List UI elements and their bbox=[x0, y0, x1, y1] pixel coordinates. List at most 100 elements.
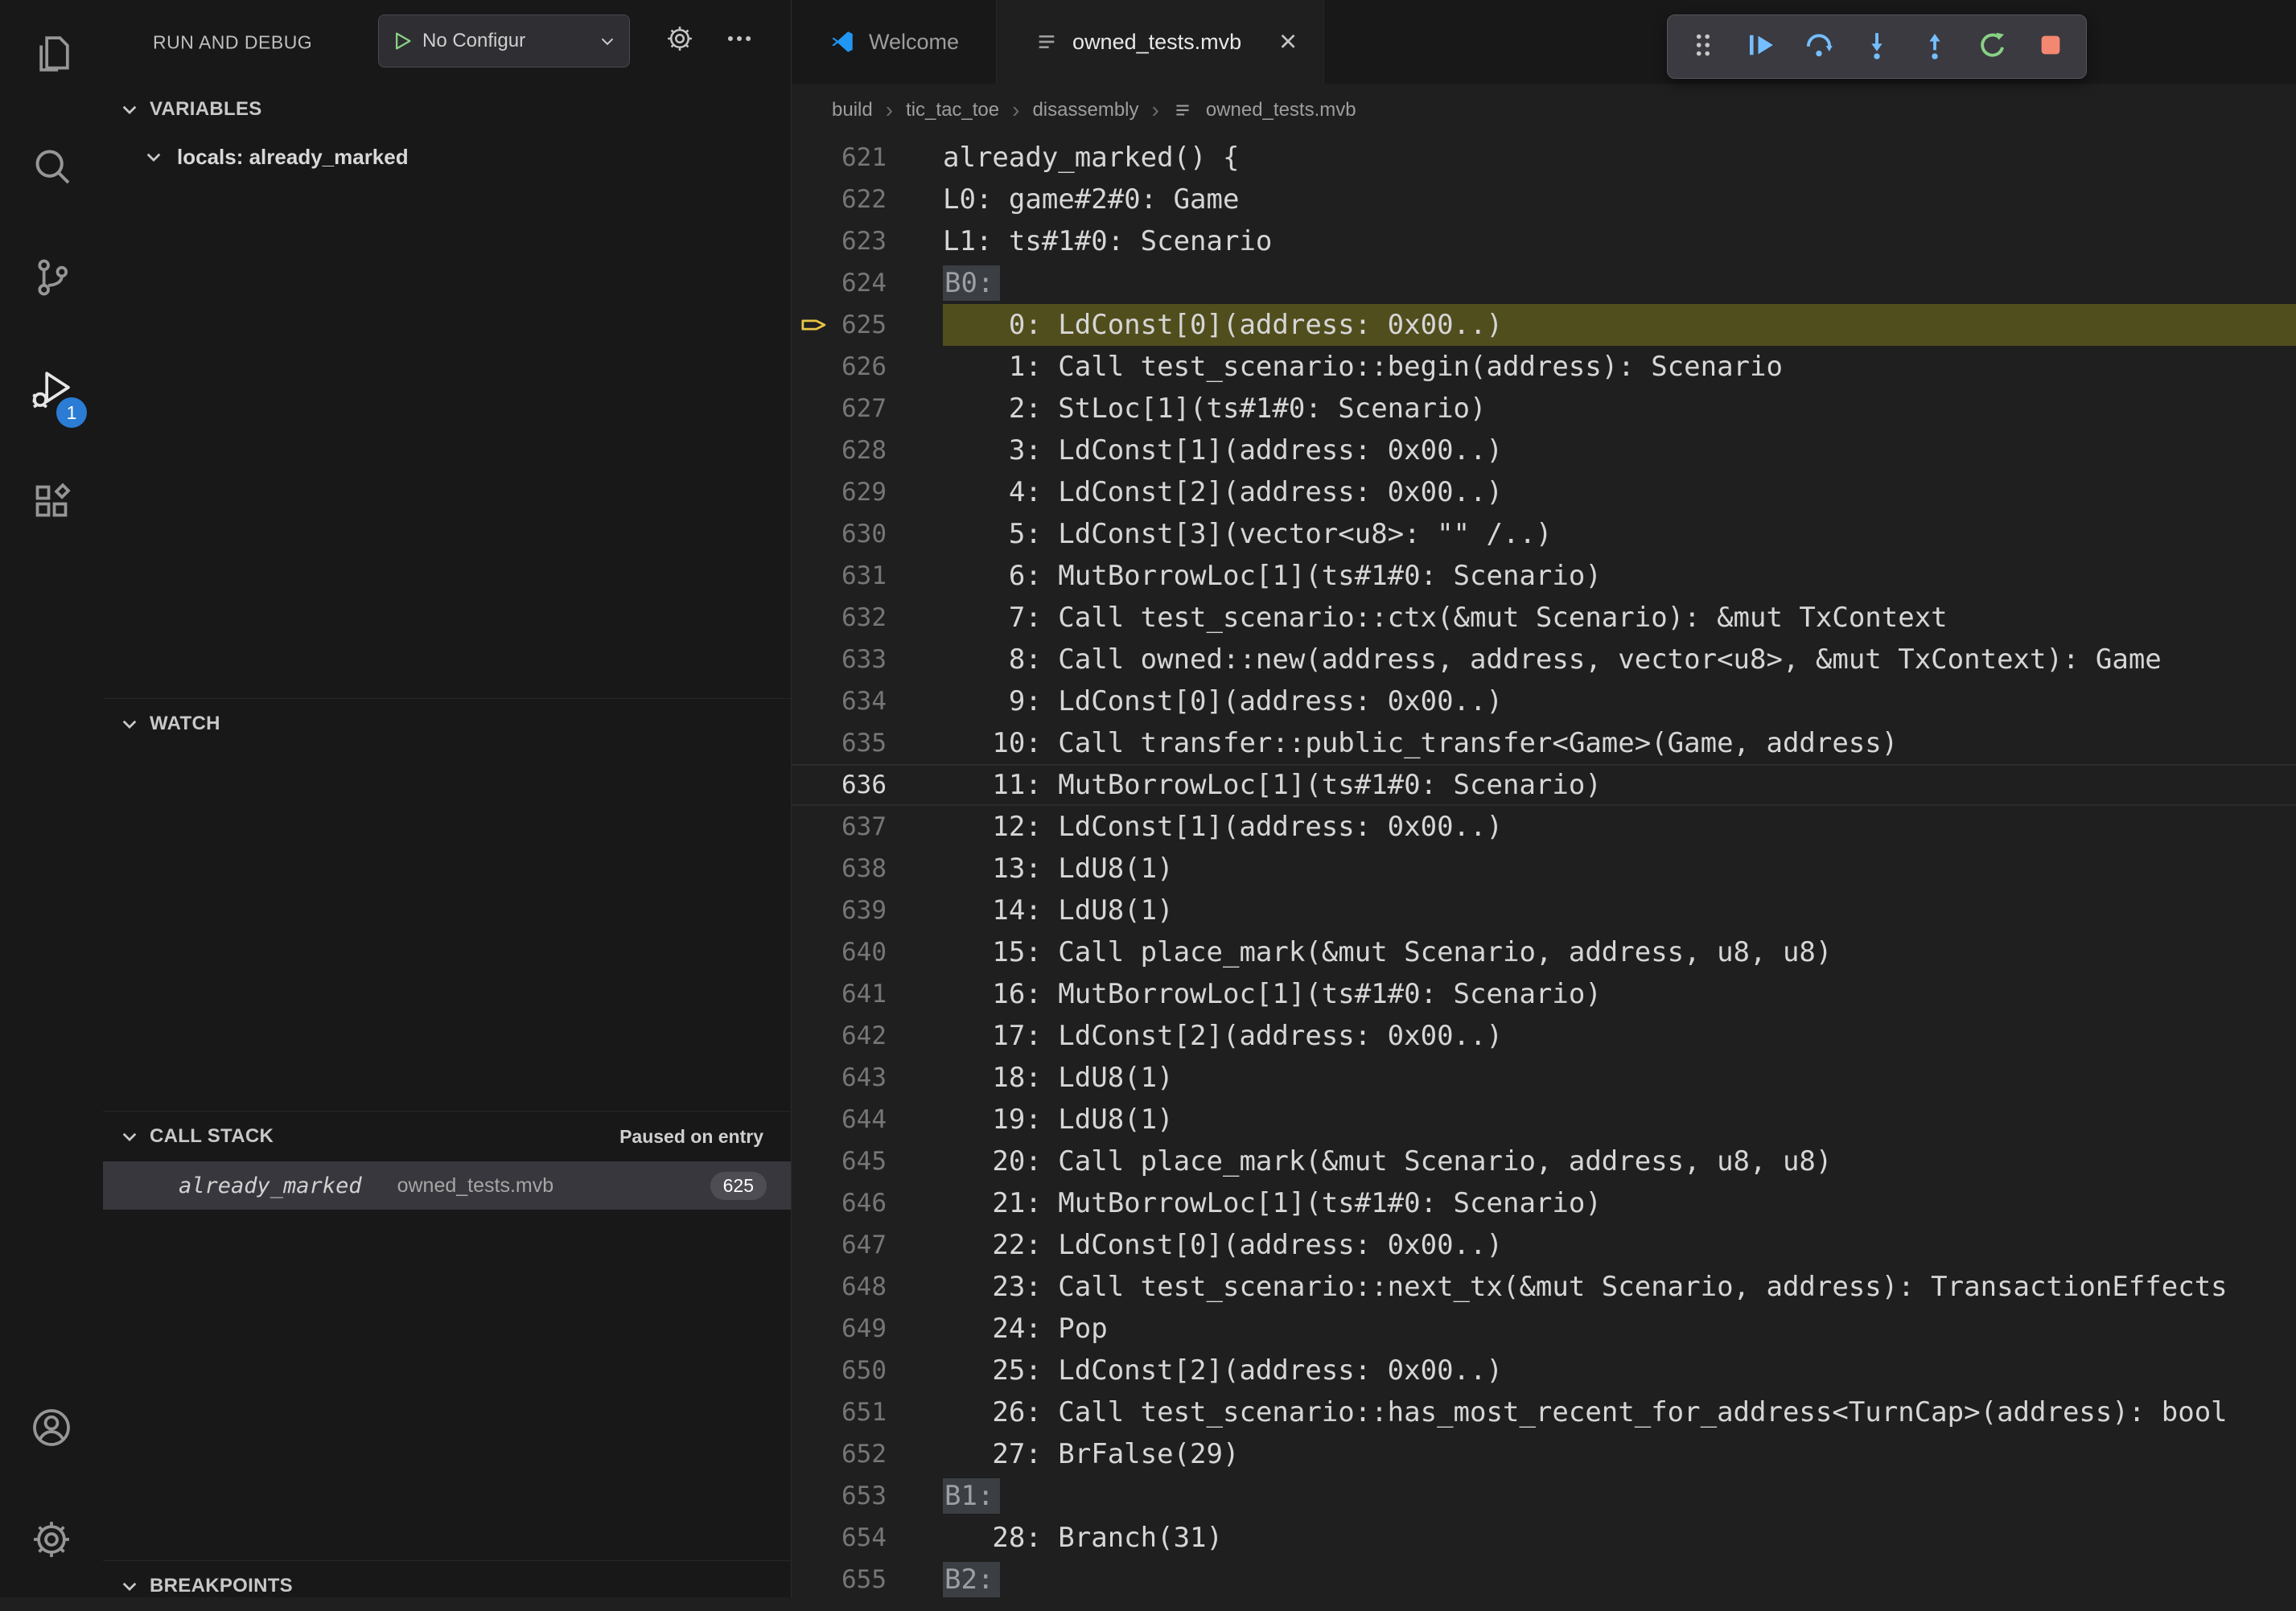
line-text[interactable]: 10: Call transfer::public_transfer<Game>… bbox=[943, 722, 2296, 764]
code-line[interactable]: 654 28: Branch(31) bbox=[792, 1517, 2296, 1559]
code-line[interactable]: 637 12: LdConst[1](address: 0x00..) bbox=[792, 806, 2296, 848]
line-text[interactable]: 3: LdConst[1](address: 0x00..) bbox=[943, 429, 2296, 471]
line-text[interactable]: 15: Call place_mark(&mut Scenario, addre… bbox=[943, 931, 2296, 973]
tab-welcome[interactable]: Welcome bbox=[792, 0, 997, 84]
line-text[interactable]: L1: ts#1#0: Scenario bbox=[943, 220, 2296, 262]
code-line[interactable]: 634 9: LdConst[0](address: 0x00..) bbox=[792, 680, 2296, 722]
code-line[interactable]: 655B2: bbox=[792, 1559, 2296, 1597]
breadcrumb-item-disassembly[interactable]: disassembly bbox=[1032, 99, 1138, 121]
line-text[interactable]: 22: LdConst[0](address: 0x00..) bbox=[943, 1224, 2296, 1266]
restart-button[interactable] bbox=[1964, 21, 2022, 72]
code-line[interactable]: 629 4: LdConst[2](address: 0x00..) bbox=[792, 471, 2296, 513]
code-line[interactable]: 636 11: MutBorrowLoc[1](ts#1#0: Scenario… bbox=[792, 764, 2296, 806]
line-text[interactable]: 26: Call test_scenario::has_most_recent_… bbox=[943, 1391, 2296, 1433]
sidebar-item-run-and-debug[interactable]: 1 bbox=[0, 335, 103, 447]
tab-owned-tests[interactable]: owned_tests.mvb × bbox=[997, 0, 1324, 84]
line-text[interactable]: 2: StLoc[1](ts#1#0: Scenario) bbox=[943, 388, 2296, 429]
line-text[interactable]: already_marked() { bbox=[943, 137, 2296, 179]
code-line[interactable]: 653B1: bbox=[792, 1475, 2296, 1517]
line-text[interactable]: 19: LdU8(1) bbox=[943, 1099, 2296, 1140]
line-text[interactable]: 7: Call test_scenario::ctx(&mut Scenario… bbox=[943, 597, 2296, 639]
line-text[interactable]: B0: bbox=[943, 262, 2296, 304]
code-line[interactable]: 633 8: Call owned::new(address, address,… bbox=[792, 639, 2296, 680]
code-line[interactable]: 642 17: LdConst[2](address: 0x00..) bbox=[792, 1015, 2296, 1057]
line-text[interactable]: 20: Call place_mark(&mut Scenario, addre… bbox=[943, 1140, 2296, 1182]
sidebar-item-extensions[interactable] bbox=[0, 447, 103, 559]
breadcrumb-item-tic-tac-toe[interactable]: tic_tac_toe bbox=[906, 99, 999, 121]
code-line[interactable]: 628 3: LdConst[1](address: 0x00..) bbox=[792, 429, 2296, 471]
code-line[interactable]: 638 13: LdU8(1) bbox=[792, 848, 2296, 890]
views-and-more-actions-button[interactable] bbox=[717, 18, 762, 63]
line-text[interactable]: 24: Pop bbox=[943, 1308, 2296, 1350]
code-line[interactable]: 646 21: MutBorrowLoc[1](ts#1#0: Scenario… bbox=[792, 1182, 2296, 1224]
line-text[interactable]: 16: MutBorrowLoc[1](ts#1#0: Scenario) bbox=[943, 973, 2296, 1015]
code-line[interactable]: 625 0: LdConst[0](address: 0x00..) bbox=[792, 304, 2296, 346]
line-text[interactable]: 13: LdU8(1) bbox=[943, 848, 2296, 890]
debug-current-step-arrow-icon[interactable] bbox=[792, 310, 837, 339]
code-line[interactable]: 630 5: LdConst[3](vector<u8>: "" /..) bbox=[792, 513, 2296, 555]
breadcrumb-item-build[interactable]: build bbox=[832, 99, 873, 121]
step-over-button[interactable] bbox=[1790, 21, 1848, 72]
call-stack-frame[interactable]: already_marked owned_tests.mvb 625 bbox=[103, 1161, 791, 1210]
line-text[interactable]: 14: LdU8(1) bbox=[943, 890, 2296, 931]
variables-scope-locals[interactable]: locals: already_marked bbox=[103, 134, 791, 179]
code-line[interactable]: 643 18: LdU8(1) bbox=[792, 1057, 2296, 1099]
line-text[interactable]: L0: game#2#0: Game bbox=[943, 179, 2296, 220]
stop-button[interactable] bbox=[2022, 21, 2080, 72]
code-line[interactable]: 650 25: LdConst[2](address: 0x00..) bbox=[792, 1350, 2296, 1391]
step-out-button[interactable] bbox=[1906, 21, 1964, 72]
line-text[interactable]: 5: LdConst[3](vector<u8>: "" /..) bbox=[943, 513, 2296, 555]
line-text[interactable]: 8: Call owned::new(address, address, vec… bbox=[943, 639, 2296, 680]
watch-section-header[interactable]: WATCH bbox=[103, 699, 791, 749]
code-line[interactable]: 639 14: LdU8(1) bbox=[792, 890, 2296, 931]
start-debug-icon[interactable] bbox=[390, 29, 414, 53]
sidebar-item-settings[interactable] bbox=[0, 1486, 103, 1597]
line-text[interactable]: 18: LdU8(1) bbox=[943, 1057, 2296, 1099]
line-text[interactable]: 23: Call test_scenario::next_tx(&mut Sce… bbox=[943, 1266, 2296, 1308]
code-line[interactable]: 652 27: BrFalse(29) bbox=[792, 1433, 2296, 1475]
step-into-button[interactable] bbox=[1848, 21, 1906, 72]
line-text[interactable]: 21: MutBorrowLoc[1](ts#1#0: Scenario) bbox=[943, 1182, 2296, 1224]
code-line[interactable]: 624B0: bbox=[792, 262, 2296, 304]
line-text[interactable]: 6: MutBorrowLoc[1](ts#1#0: Scenario) bbox=[943, 555, 2296, 597]
code-view[interactable]: 621already_marked() {622L0: game#2#0: Ga… bbox=[792, 137, 2296, 1597]
sidebar-item-explorer[interactable] bbox=[0, 0, 103, 112]
code-line[interactable]: 648 23: Call test_scenario::next_tx(&mut… bbox=[792, 1266, 2296, 1308]
line-text[interactable]: 1: Call test_scenario::begin(address): S… bbox=[943, 346, 2296, 388]
variables-section-header[interactable]: VARIABLES bbox=[103, 84, 791, 134]
line-text[interactable]: 11: MutBorrowLoc[1](ts#1#0: Scenario) bbox=[943, 764, 2296, 806]
code-line[interactable]: 640 15: Call place_mark(&mut Scenario, a… bbox=[792, 931, 2296, 973]
line-text[interactable]: B1: bbox=[943, 1475, 2296, 1517]
line-text[interactable]: B2: bbox=[943, 1559, 2296, 1597]
code-line[interactable]: 644 19: LdU8(1) bbox=[792, 1099, 2296, 1140]
code-line[interactable]: 623L1: ts#1#0: Scenario bbox=[792, 220, 2296, 262]
line-text[interactable]: 27: BrFalse(29) bbox=[943, 1433, 2296, 1475]
code-line[interactable]: 651 26: Call test_scenario::has_most_rec… bbox=[792, 1391, 2296, 1433]
sidebar-item-search[interactable] bbox=[0, 112, 103, 224]
code-line[interactable]: 641 16: MutBorrowLoc[1](ts#1#0: Scenario… bbox=[792, 973, 2296, 1015]
code-line[interactable]: 645 20: Call place_mark(&mut Scenario, a… bbox=[792, 1140, 2296, 1182]
code-line[interactable]: 626 1: Call test_scenario::begin(address… bbox=[792, 346, 2296, 388]
line-text[interactable]: 28: Branch(31) bbox=[943, 1517, 2296, 1559]
code-line[interactable]: 622L0: game#2#0: Game bbox=[792, 179, 2296, 220]
close-icon[interactable]: × bbox=[1270, 24, 1306, 60]
sidebar-item-source-control[interactable] bbox=[0, 224, 103, 335]
code-line[interactable]: 621already_marked() { bbox=[792, 137, 2296, 179]
line-text[interactable]: 4: LdConst[2](address: 0x00..) bbox=[943, 471, 2296, 513]
line-text[interactable]: 25: LdConst[2](address: 0x00..) bbox=[943, 1350, 2296, 1391]
debug-settings-button[interactable] bbox=[657, 18, 702, 63]
code-line[interactable]: 649 24: Pop bbox=[792, 1308, 2296, 1350]
code-line[interactable]: 632 7: Call test_scenario::ctx(&mut Scen… bbox=[792, 597, 2296, 639]
debug-configuration-dropdown[interactable]: No Configur bbox=[378, 14, 630, 68]
sidebar-item-accounts[interactable] bbox=[0, 1374, 103, 1486]
call-stack-section-header[interactable]: CALL STACK Paused on entry bbox=[103, 1112, 791, 1161]
toolbar-drag-handle[interactable] bbox=[1674, 21, 1732, 72]
code-line[interactable]: 631 6: MutBorrowLoc[1](ts#1#0: Scenario) bbox=[792, 555, 2296, 597]
code-line[interactable]: 647 22: LdConst[0](address: 0x00..) bbox=[792, 1224, 2296, 1266]
line-text[interactable]: 12: LdConst[1](address: 0x00..) bbox=[943, 806, 2296, 848]
breakpoints-section-header[interactable]: BREAKPOINTS bbox=[103, 1561, 791, 1611]
code-line[interactable]: 635 10: Call transfer::public_transfer<G… bbox=[792, 722, 2296, 764]
line-text[interactable]: 9: LdConst[0](address: 0x00..) bbox=[943, 680, 2296, 722]
line-text[interactable]: 0: LdConst[0](address: 0x00..) bbox=[943, 304, 2296, 346]
code-line[interactable]: 627 2: StLoc[1](ts#1#0: Scenario) bbox=[792, 388, 2296, 429]
